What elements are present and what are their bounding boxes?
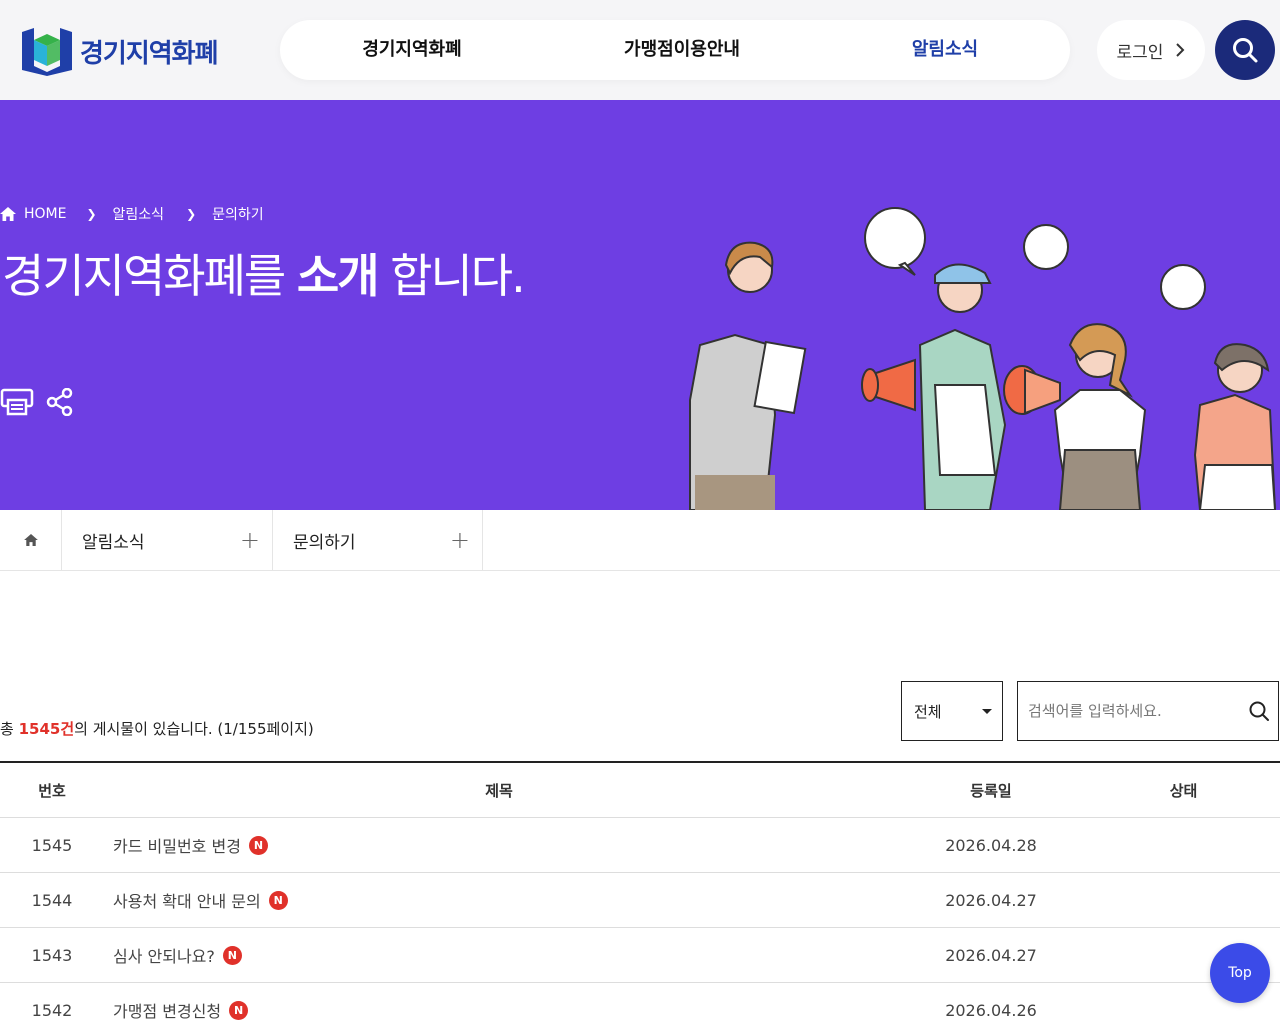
breadcrumb-home-label: HOME [24, 206, 67, 222]
site-header: 경기지역화폐 경기지역화폐 가맹점이용안내 알림소식 로그인 [0, 0, 1280, 100]
table-row[interactable]: 1542 가맹점 변경신청 N 2026.04.26 [0, 983, 1280, 1024]
search-icon [1233, 38, 1258, 63]
chevron-right-icon [1176, 43, 1185, 57]
login-button[interactable]: 로그인 [1097, 20, 1205, 80]
login-label: 로그인 [1116, 42, 1164, 63]
row-state [1087, 818, 1280, 872]
row-title: 가맹점 변경신청 [113, 1002, 222, 1021]
new-badge: N [268, 890, 288, 910]
row-title-link[interactable]: 사용처 확대 안내 문의 N [113, 873, 873, 927]
subnav-dropdown-inquiry[interactable]: 문의하기 + [273, 510, 483, 570]
row-title-link[interactable]: 가맹점 변경신청 N [113, 983, 873, 1024]
column-header-title: 제목 [485, 781, 513, 800]
hero-banner: HOME ❯ 알림소식 ❯ 문의하기 경기지역화폐를 소개 합니다. [0, 100, 1280, 510]
column-header-no: 번호 [38, 781, 66, 800]
hero-title-bold: 소개 [296, 249, 380, 303]
row-title: 카드 비밀번호 변경 [113, 837, 241, 856]
nav-item-notices[interactable]: 알림소식 [845, 20, 1045, 80]
hero-title-pre: 경기지역화폐를 [2, 249, 297, 303]
logo-mark-icon [22, 28, 72, 76]
row-date: 2026.04.28 [945, 835, 1037, 855]
row-title-link[interactable]: 카드 비밀번호 변경 N [113, 818, 873, 872]
search-icon[interactable] [1248, 700, 1270, 722]
caret-down-icon [982, 708, 992, 714]
scroll-to-top-button[interactable]: Top [1210, 943, 1270, 1003]
subnav-dropdown-label: 알림소식 [82, 532, 145, 553]
row-number: 1545 [31, 835, 73, 855]
chevron-right-icon: ❯ [186, 207, 197, 221]
hero-title-post: 합니다. [377, 249, 526, 303]
row-title: 사용처 확대 안내 문의 [113, 892, 261, 911]
new-badge: N [229, 1000, 249, 1020]
column-header-date: 등록일 [970, 781, 1012, 800]
row-number: 1543 [31, 945, 73, 965]
board-search-input[interactable] [1028, 702, 1248, 720]
logo-text: 경기지역화폐 [80, 38, 219, 69]
chevron-right-icon: ❯ [86, 207, 97, 221]
table-row[interactable]: 1543 심사 안되나요? N 2026.04.27 [0, 928, 1280, 983]
row-date: 2026.04.27 [945, 890, 1037, 910]
breadcrumb-notices[interactable]: 알림소식 [113, 204, 165, 224]
total-count: 1545건 [18, 720, 75, 738]
share-icon[interactable] [46, 388, 74, 416]
hero-tools [0, 388, 74, 416]
home-icon [23, 534, 38, 546]
row-number: 1544 [31, 890, 73, 910]
hero-illustration [689, 207, 1277, 510]
site-logo[interactable]: 경기지역화폐 [20, 26, 219, 76]
sub-navigation: 알림소식 + 문의하기 + [0, 510, 1280, 571]
table-row[interactable]: 1545 카드 비밀번호 변경 N 2026.04.28 [0, 818, 1280, 873]
home-icon [0, 207, 16, 221]
search-button[interactable] [1215, 20, 1275, 80]
total-suffix: 의 게시물이 있습니다. (1/155페이지) [74, 720, 314, 738]
row-number: 1542 [31, 1000, 73, 1020]
nav-item-merchant-guide[interactable]: 가맹점이용안내 [582, 20, 782, 80]
print-icon[interactable] [0, 388, 34, 416]
breadcrumb: HOME ❯ 알림소식 ❯ 문의하기 [0, 204, 286, 224]
hero-title: 경기지역화폐를 소개 합니다. [2, 240, 526, 306]
subnav-dropdown-notices[interactable]: 알림소식 + [62, 510, 273, 570]
board-search-box [1017, 681, 1279, 741]
plus-icon: + [239, 526, 260, 554]
search-filter-select[interactable]: 전체 [901, 681, 1003, 741]
subnav-dropdown-label: 문의하기 [293, 532, 356, 553]
table-header: 번호 제목 등록일 상태 [0, 761, 1280, 818]
inquiry-board-table: 번호 제목 등록일 상태 1545 카드 비밀번호 변경 N 2026.04.28… [0, 761, 1280, 1024]
row-title-link[interactable]: 심사 안되나요? N [113, 928, 873, 982]
row-state [1087, 873, 1280, 927]
row-date: 2026.04.26 [945, 1000, 1037, 1020]
search-filter-value: 전체 [914, 702, 942, 721]
table-row[interactable]: 1544 사용처 확대 안내 문의 N 2026.04.27 [0, 873, 1280, 928]
nav-item-gyeonggi-currency[interactable]: 경기지역화폐 [312, 20, 512, 80]
column-header-state: 상태 [1169, 781, 1198, 800]
new-badge: N [248, 835, 268, 855]
new-badge: N [222, 945, 242, 965]
subnav-home-button[interactable] [0, 510, 62, 570]
post-count-summary: 총 1545건의 게시물이 있습니다. (1/155페이지) [0, 718, 314, 739]
main-nav: 경기지역화폐 가맹점이용안내 알림소식 [280, 20, 1070, 80]
plus-icon: + [449, 526, 470, 554]
breadcrumb-inquiry[interactable]: 문의하기 [212, 204, 264, 224]
row-date: 2026.04.27 [945, 945, 1037, 965]
row-title: 심사 안되나요? [113, 947, 215, 966]
total-prefix: 총 [0, 720, 19, 738]
breadcrumb-home[interactable]: HOME [0, 206, 66, 222]
